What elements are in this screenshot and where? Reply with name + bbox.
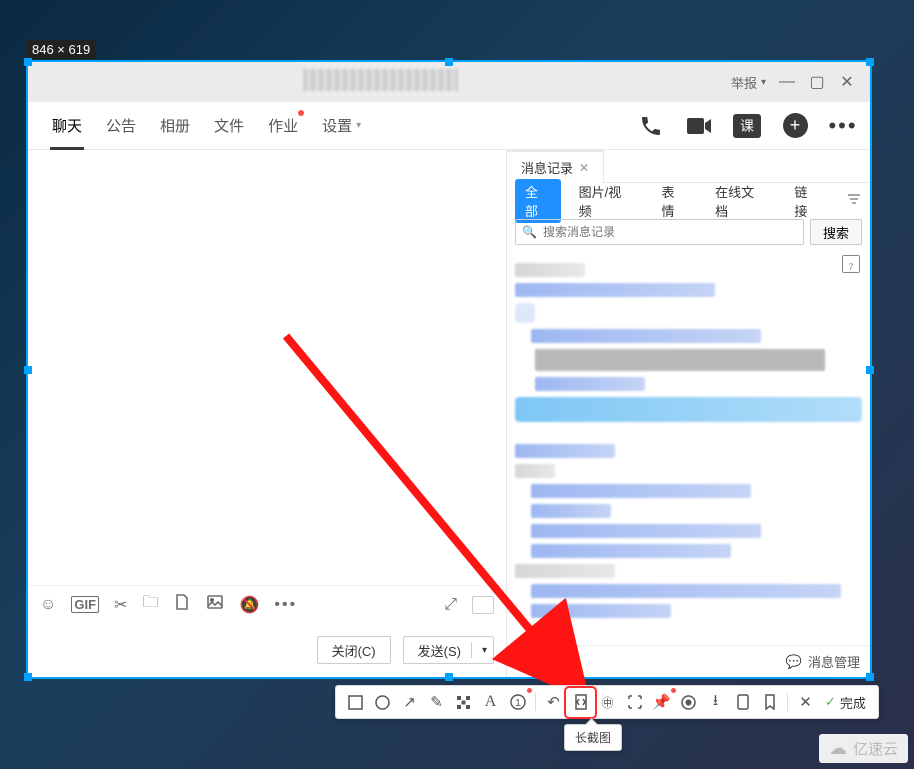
tool-record[interactable]	[675, 689, 702, 716]
image-icon[interactable]	[206, 593, 224, 616]
filter-emoji[interactable]: 表情	[651, 179, 697, 223]
tool-cancel[interactable]: ✕	[792, 689, 819, 716]
tool-done[interactable]: ✓完成	[819, 693, 872, 712]
chat-window: 举报▾ — ▢ ✕ 聊天 公告 相册 文件 作业 设置 ▾ 课 + ••• ☺ …	[28, 62, 870, 677]
watermark: ☁亿速云	[819, 734, 908, 763]
tab-album[interactable]: 相册	[148, 102, 202, 150]
tool-phone[interactable]	[729, 689, 756, 716]
list-item	[531, 504, 611, 518]
report-link[interactable]: 举报▾	[725, 73, 772, 92]
svg-text:1: 1	[515, 698, 521, 709]
list-item	[531, 544, 731, 558]
screenshot-icon[interactable]: ✂	[114, 595, 127, 615]
tool-number[interactable]: 1	[504, 689, 531, 716]
filter-media[interactable]: 图片/视频	[569, 179, 644, 223]
list-item	[515, 397, 862, 422]
list-item	[515, 444, 615, 458]
tool-mosaic[interactable]	[450, 689, 477, 716]
list-item	[515, 283, 715, 297]
fullscreen-icon[interactable]: ⤢	[444, 596, 457, 614]
input-toolbar: ☺ GIF ✂ 🗀 🔕 ••• ⤢	[28, 585, 506, 623]
tool-bookmark[interactable]	[756, 689, 783, 716]
tool-rect[interactable]	[342, 689, 369, 716]
video-call-icon[interactable]	[684, 111, 714, 141]
tooltip-long-screenshot: 长截图	[564, 724, 622, 751]
list-item	[515, 263, 585, 277]
add-button[interactable]: +	[780, 111, 810, 141]
folder-icon[interactable]: 🗀	[142, 591, 158, 618]
tool-ocr[interactable]	[621, 689, 648, 716]
close-chat-button[interactable]: 关闭(C)	[317, 636, 391, 664]
more-icon[interactable]: •••	[828, 111, 858, 141]
filter-doc[interactable]: 在线文档	[705, 179, 776, 223]
tab-chat[interactable]: 聊天	[40, 102, 94, 150]
chevron-down-icon: ▾	[356, 120, 361, 131]
search-button[interactable]: 搜索	[810, 219, 862, 245]
filter-link[interactable]: 链接	[784, 179, 830, 223]
list-item	[515, 303, 862, 323]
voice-call-icon[interactable]	[636, 111, 666, 141]
search-icon: 🔍	[522, 225, 537, 239]
list-item	[531, 484, 751, 498]
list-item	[535, 349, 825, 371]
tool-long-screenshot[interactable]	[567, 689, 594, 716]
filter-settings-icon[interactable]	[846, 191, 862, 212]
tool-translate[interactable]: ㊥	[594, 689, 621, 716]
screenshot-toolbar: ↗ ✎ A 1 ↶ ㊥ 📌 ⭳ ✕ ✓完成	[335, 685, 879, 719]
send-button[interactable]: 发送(S)▾	[403, 636, 494, 664]
close-button[interactable]: ✕	[832, 67, 862, 97]
tool-pen[interactable]: ✎	[423, 689, 450, 716]
tab-homework[interactable]: 作业	[256, 102, 310, 150]
emoji-icon[interactable]: ☺	[40, 596, 56, 614]
tab-notice[interactable]: 公告	[94, 102, 148, 150]
cloud-icon: ☁	[829, 738, 847, 759]
tab-file[interactable]: 文件	[202, 102, 256, 150]
more-input-icon[interactable]: •••	[274, 596, 297, 614]
list-item	[535, 377, 645, 391]
chevron-down-icon[interactable]: ▾	[482, 645, 487, 656]
mute-icon[interactable]: 🔕	[239, 595, 259, 615]
close-icon[interactable]: ✕	[579, 161, 589, 175]
chevron-down-icon: ▾	[761, 77, 766, 88]
list-item	[531, 584, 841, 598]
main-tabs: 聊天 公告 相册 文件 作业 设置 ▾ 课 + •••	[28, 102, 870, 150]
gif-icon[interactable]: GIF	[71, 596, 99, 613]
list-item	[531, 604, 671, 618]
minimize-button[interactable]: —	[772, 67, 802, 97]
selection-dimensions: 846 × 619	[26, 40, 96, 59]
search-field[interactable]	[543, 225, 797, 239]
list-item	[515, 564, 615, 578]
tool-download[interactable]: ⭳	[702, 689, 729, 716]
tool-ellipse[interactable]	[369, 689, 396, 716]
list-item	[531, 524, 761, 538]
search-history-input[interactable]: 🔍	[515, 219, 804, 245]
tool-undo[interactable]: ↶	[540, 689, 567, 716]
message-manager-link[interactable]: 💬消息管理	[507, 645, 870, 677]
message-history-list: 7	[507, 253, 870, 645]
maximize-button[interactable]: ▢	[802, 67, 832, 97]
chat-message-area	[28, 150, 506, 585]
list-item	[515, 464, 555, 478]
tab-settings[interactable]: 设置 ▾	[310, 102, 373, 150]
notification-dot	[298, 110, 304, 116]
window-title-blurred	[303, 69, 458, 91]
lesson-icon[interactable]: 课	[732, 111, 762, 141]
history-panel-icon[interactable]	[472, 596, 494, 614]
chat-icon: 💬	[786, 654, 802, 670]
tool-text[interactable]: A	[477, 689, 504, 716]
list-item	[531, 329, 761, 343]
tool-arrow[interactable]: ↗	[396, 689, 423, 716]
calendar-icon[interactable]: 7	[842, 255, 860, 273]
filter-all[interactable]: 全部	[515, 179, 561, 223]
titlebar: 举报▾ — ▢ ✕	[28, 62, 870, 102]
tool-pin[interactable]: 📌	[648, 689, 675, 716]
doc-icon[interactable]	[173, 593, 191, 616]
